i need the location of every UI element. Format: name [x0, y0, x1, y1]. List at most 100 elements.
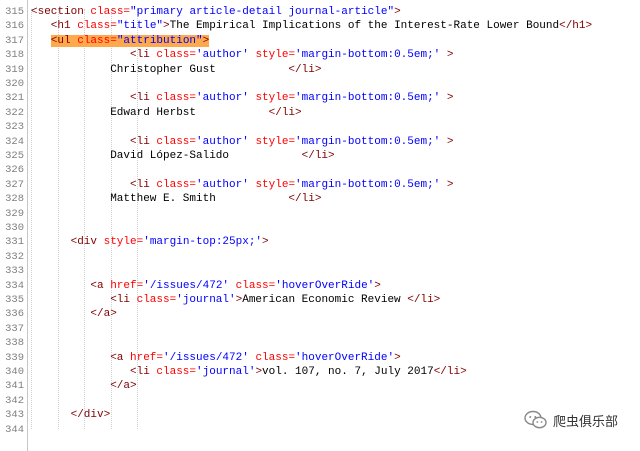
code-token: "title"	[116, 20, 164, 33]
code-line[interactable]: 324 <li class='author' style='margin-bott…	[0, 135, 640, 149]
code-token: </a>	[90, 308, 117, 321]
code-token: 'hoverOverRide'	[295, 351, 395, 364]
code-text: Edward Herbst </li>	[110, 106, 301, 120]
line-number: 325	[5, 150, 24, 162]
code-text: Matthew E. Smith </li>	[110, 192, 321, 206]
code-line[interactable]: 320	[0, 77, 640, 91]
line-number: 343	[5, 409, 24, 422]
code-text: </a>	[90, 307, 116, 321]
code-text: <li class='journal'>vol. 107, no. 7, Jul…	[130, 365, 467, 379]
code-token: >	[440, 178, 454, 191]
code-token: <li	[130, 135, 157, 148]
code-token: class=	[156, 178, 197, 191]
code-token: <ul	[50, 34, 78, 47]
line-number: 327	[5, 178, 24, 191]
line-number: 326	[5, 164, 24, 177]
code-line[interactable]: 340 <li class='journal'>vol. 107, no. 7, …	[0, 365, 640, 379]
code-token: 'author'	[196, 92, 256, 105]
code-line[interactable]: 315 <section class="primary article-detai…	[0, 5, 640, 19]
code-token: style=	[255, 178, 296, 191]
code-token: >	[262, 236, 269, 249]
line-number: 344	[5, 423, 24, 436]
line-number: 338	[5, 337, 24, 350]
code-token: >	[394, 6, 401, 18]
code-text: <li class='journal'>American Economic Re…	[110, 293, 440, 307]
code-text: </a>	[110, 379, 136, 393]
watermark-label: 爬虫俱乐部	[552, 414, 618, 430]
code-token: '/issues/472'	[163, 351, 256, 364]
code-line[interactable]: 336 </a>	[0, 307, 640, 321]
code-token: "primary article-detail journal-article"	[130, 6, 395, 18]
code-token: class=	[90, 6, 131, 18]
code-line[interactable]: 322 Edward Herbst </li>	[0, 106, 640, 120]
code-token: class=	[156, 366, 197, 378]
line-number: 328	[5, 193, 24, 206]
code-editor[interactable]: 315 <section class="primary article-detai…	[0, 0, 640, 451]
code-token: >	[440, 49, 454, 62]
code-line[interactable]: 328 Matthew E. Smith </li>	[0, 192, 640, 206]
code-text: <li class='author' style='margin-bottom:…	[130, 91, 453, 105]
code-text: <ul class="attribution">	[50, 34, 210, 48]
line-number: 315	[5, 6, 24, 18]
code-token: 'hoverOverRide'	[275, 279, 375, 292]
code-token: 'journal'	[176, 294, 236, 306]
line-number: 317	[5, 34, 24, 47]
code-token: style=	[255, 49, 296, 62]
code-token: <li	[130, 49, 157, 62]
code-line[interactable]: 327 <li class='author' style='margin-bott…	[0, 178, 640, 192]
code-line[interactable]: 337	[0, 322, 640, 336]
code-line[interactable]: 329	[0, 207, 640, 221]
line-number: 321	[5, 92, 24, 105]
code-token: >	[163, 20, 170, 33]
code-line[interactable]: 332	[0, 250, 640, 264]
code-token: <li	[110, 294, 137, 306]
code-line[interactable]: 326	[0, 163, 640, 177]
code-token: Christopher Gust	[110, 63, 289, 76]
line-number: 342	[5, 394, 24, 407]
code-token: >	[440, 135, 454, 148]
code-line[interactable]: 338	[0, 336, 640, 350]
code-token: </li>	[288, 193, 322, 206]
code-line[interactable]: 334 <a href='/issues/472' class='hoverOve…	[0, 279, 640, 293]
code-token: >	[202, 34, 210, 47]
code-token: vol. 107, no. 7, July 2017	[262, 366, 434, 378]
code-line[interactable]: 339 <a href='/issues/472' class='hoverOve…	[0, 351, 640, 365]
code-token: class=	[156, 92, 197, 105]
line-number: 334	[5, 279, 24, 292]
line-number: 336	[5, 308, 24, 321]
code-line[interactable]: 318 <li class='author' style='margin-bott…	[0, 48, 640, 62]
code-line[interactable]: 330	[0, 221, 640, 235]
code-line[interactable]: 342	[0, 394, 640, 408]
line-number: 323	[5, 121, 24, 134]
code-token: href=	[110, 279, 144, 292]
code-token: </li>	[407, 294, 441, 306]
code-token: >	[394, 351, 401, 364]
code-token: <li	[130, 92, 157, 105]
code-token: </li>	[301, 150, 335, 162]
line-number: 318	[5, 49, 24, 62]
code-token: </li>	[288, 63, 322, 76]
line-number: 329	[5, 207, 24, 220]
line-number: 324	[5, 135, 24, 148]
code-token: class=	[235, 279, 276, 292]
line-number: 330	[5, 222, 24, 234]
code-line[interactable]: 325 David López-Salido </li>	[0, 149, 640, 163]
code-line[interactable]: 335 <li class='journal'>American Economic…	[0, 293, 640, 307]
code-token: href=	[130, 351, 164, 364]
code-line[interactable]: 321 <li class='author' style='margin-bott…	[0, 91, 640, 105]
line-number: 322	[5, 106, 24, 119]
code-line[interactable]: 316 <h1 class="title">The Empirical Impli…	[0, 19, 640, 33]
watermark: 爬虫俱乐部	[524, 410, 618, 430]
code-line[interactable]: 319 Christopher Gust </li>	[0, 63, 640, 77]
code-line[interactable]: 317 <ul class="attribution">	[0, 34, 640, 48]
code-token: <div	[70, 236, 104, 249]
wechat-icon	[524, 410, 548, 430]
code-line[interactable]: 331 <div style='margin-top:25px;'>	[0, 235, 640, 249]
code-token: class=	[255, 351, 296, 364]
code-line[interactable]: 341 </a>	[0, 379, 640, 393]
code-token: class=	[77, 20, 117, 33]
code-line[interactable]: 323	[0, 120, 640, 134]
code-line[interactable]: 333	[0, 264, 640, 278]
code-token: </li>	[433, 366, 467, 378]
code-text: <li class='author' style='margin-bottom:…	[130, 135, 453, 149]
